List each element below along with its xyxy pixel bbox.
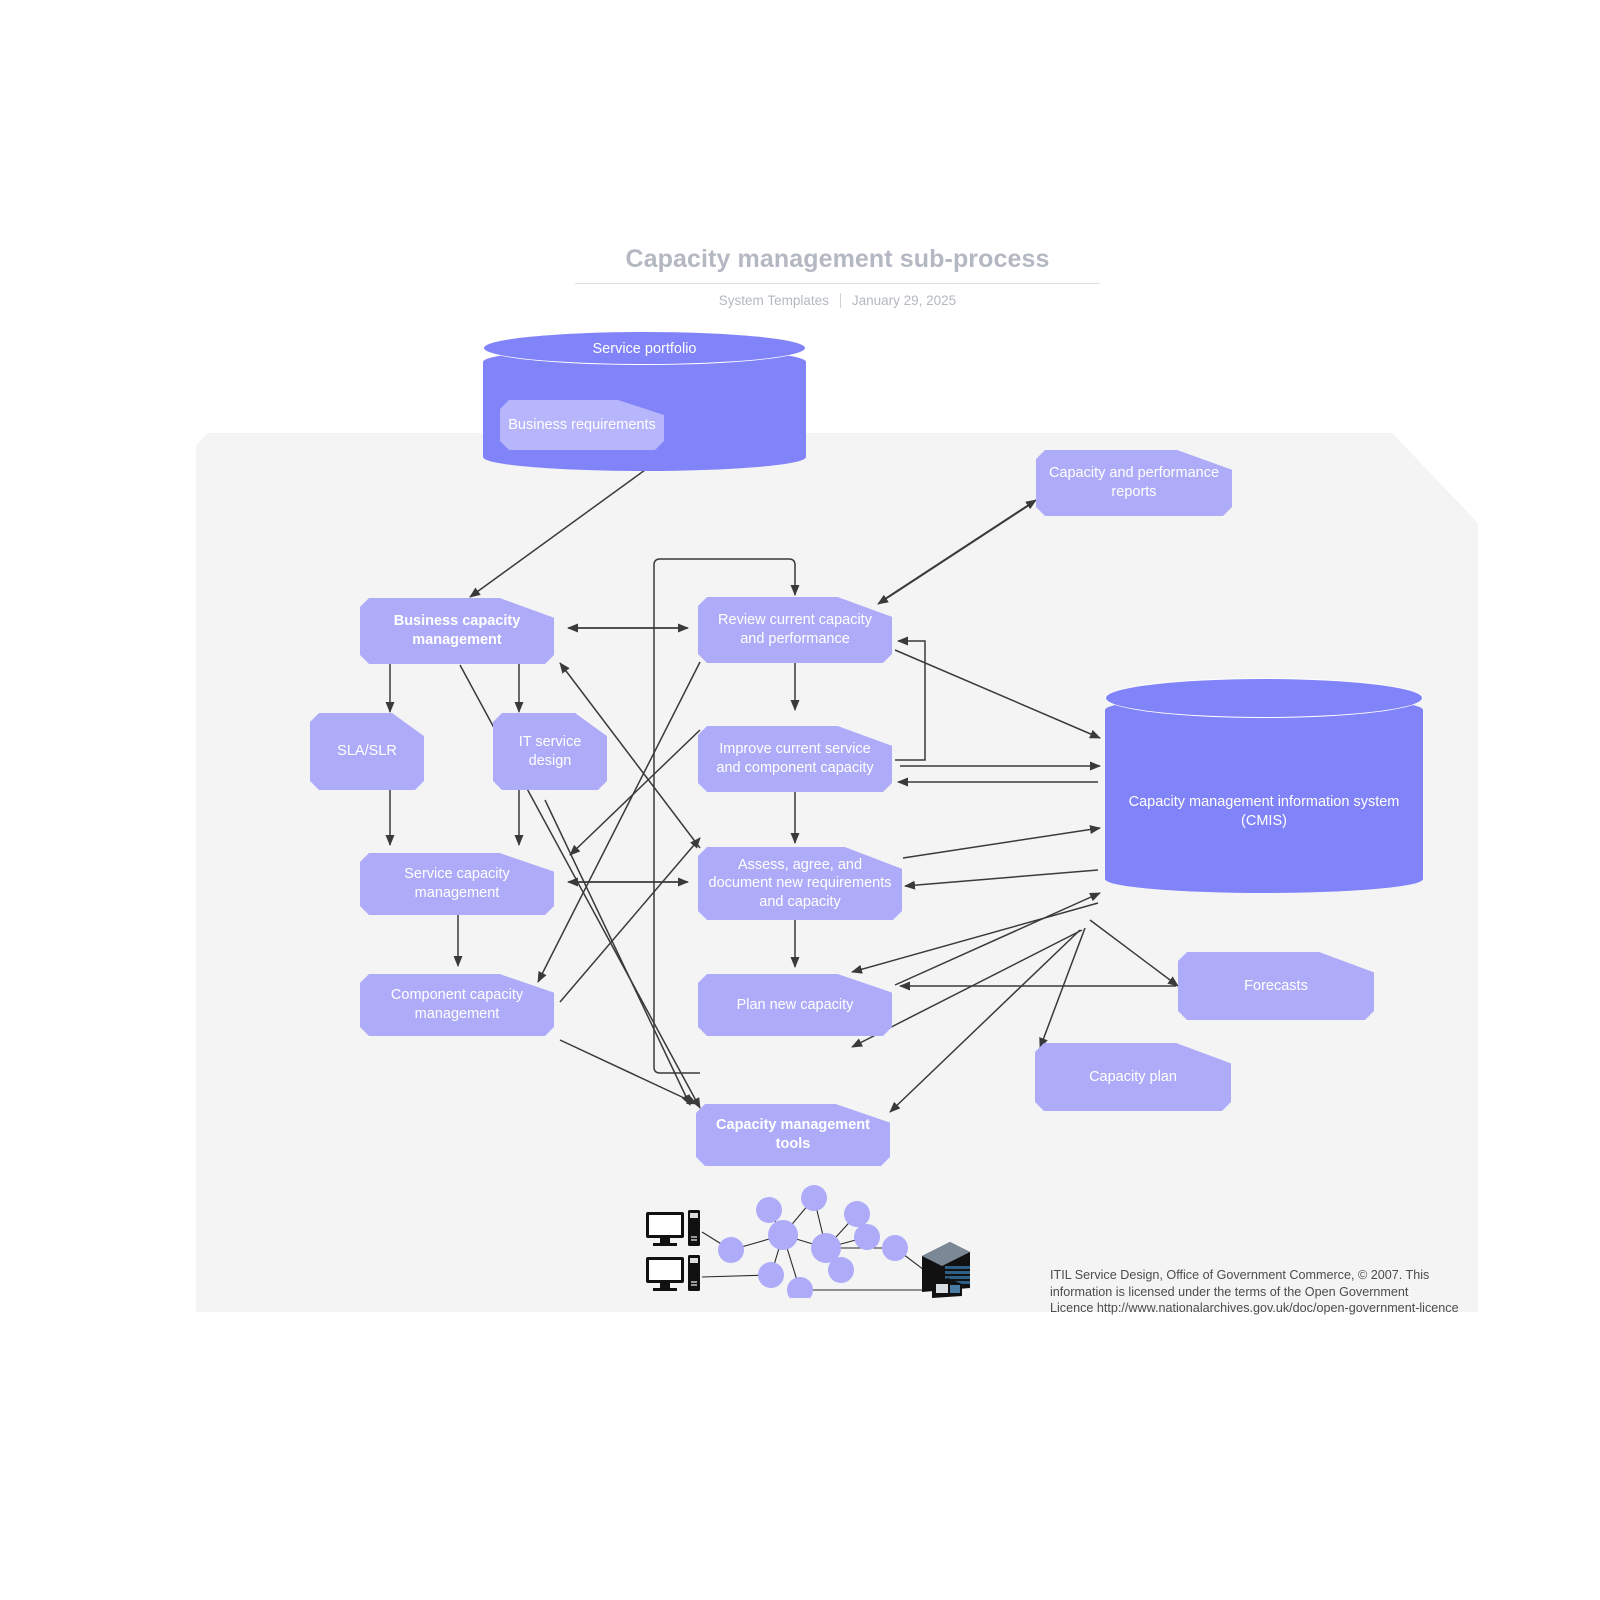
node-capacity-management-tools[interactable]: Capacity management tools	[696, 1104, 890, 1166]
node-improve-current-service[interactable]: Improve current service and component ca…	[698, 726, 892, 792]
node-sla-slr[interactable]: SLA/SLR	[310, 713, 424, 790]
subtitle-divider	[839, 293, 841, 308]
node-label: Service capacity management	[404, 866, 510, 901]
credit-line-2: information is licensed under the terms …	[1050, 1284, 1409, 1299]
desktop-computer-icon	[646, 1210, 700, 1246]
desktop-computer-icon	[646, 1255, 700, 1291]
node-label: Assess, agree, and document new requirem…	[708, 856, 892, 910]
node-plan-new-capacity[interactable]: Plan new capacity	[698, 974, 892, 1036]
credit-line-1: ITIL Service Design, Office of Governmen…	[1050, 1268, 1430, 1282]
node-label: Forecasts	[1244, 977, 1308, 994]
page-title: Capacity management sub-process	[575, 245, 1100, 284]
network-illustration	[646, 1185, 970, 1298]
subtitle-date: January 29, 2025	[851, 293, 957, 308]
node-component-capacity-management[interactable]: Component capacity management	[360, 974, 554, 1036]
node-label: Capacity plan	[1089, 1068, 1177, 1085]
subtitle-source: System Templates	[718, 293, 829, 308]
nested-document-business-requirements[interactable]: Business requirements	[500, 400, 664, 450]
diagram-canvas: Capacity management sub-process System T…	[0, 0, 1600, 1600]
node-label: IT service design	[518, 733, 582, 769]
node-service-capacity-management[interactable]: Service capacity management	[360, 853, 554, 915]
node-label: Business capacity management	[393, 613, 521, 648]
licence-credit: ITIL Service Design, Office of Governmen…	[1050, 1267, 1520, 1317]
cmis-label: Capacity management information system (…	[1128, 794, 1400, 829]
node-label: Plan new capacity	[736, 996, 854, 1013]
node-label: Improve current service and component ca…	[716, 741, 874, 776]
node-business-capacity-management[interactable]: Business capacity management	[360, 598, 554, 664]
node-capacity-performance-reports[interactable]: Capacity and performance reports	[1036, 450, 1232, 516]
cylinder-top-ellipse	[1105, 678, 1423, 718]
node-assess-agree-document[interactable]: Assess, agree, and document new requirem…	[698, 847, 902, 920]
data-store-service-portfolio[interactable]: Service portfolio Business requirements	[483, 331, 806, 471]
business-requirements-label: Business requirements	[508, 416, 656, 433]
credit-line-3: Licence http://www.nationalarchives.gov.…	[1050, 1301, 1459, 1316]
node-label: Component capacity management	[390, 987, 524, 1022]
node-label: Capacity and performance reports	[1048, 465, 1220, 500]
data-store-cmis[interactable]: Capacity management information system (…	[1105, 678, 1423, 893]
node-forecasts[interactable]: Forecasts	[1178, 952, 1374, 1020]
node-it-service-design[interactable]: IT service design	[493, 713, 607, 790]
node-label: SLA/SLR	[337, 743, 397, 760]
document-subtitle: System Templates January 29, 2025	[575, 293, 1100, 308]
node-label: Capacity management tools	[716, 1117, 870, 1152]
node-capacity-plan[interactable]: Capacity plan	[1035, 1043, 1231, 1111]
node-review-current-capacity[interactable]: Review current capacity and performance	[698, 597, 892, 663]
server-rack-icon	[922, 1242, 970, 1298]
node-label: Review current capacity and performance	[718, 612, 872, 647]
service-portfolio-label: Service portfolio	[592, 341, 697, 357]
document-header: Capacity management sub-process System T…	[575, 245, 1100, 308]
